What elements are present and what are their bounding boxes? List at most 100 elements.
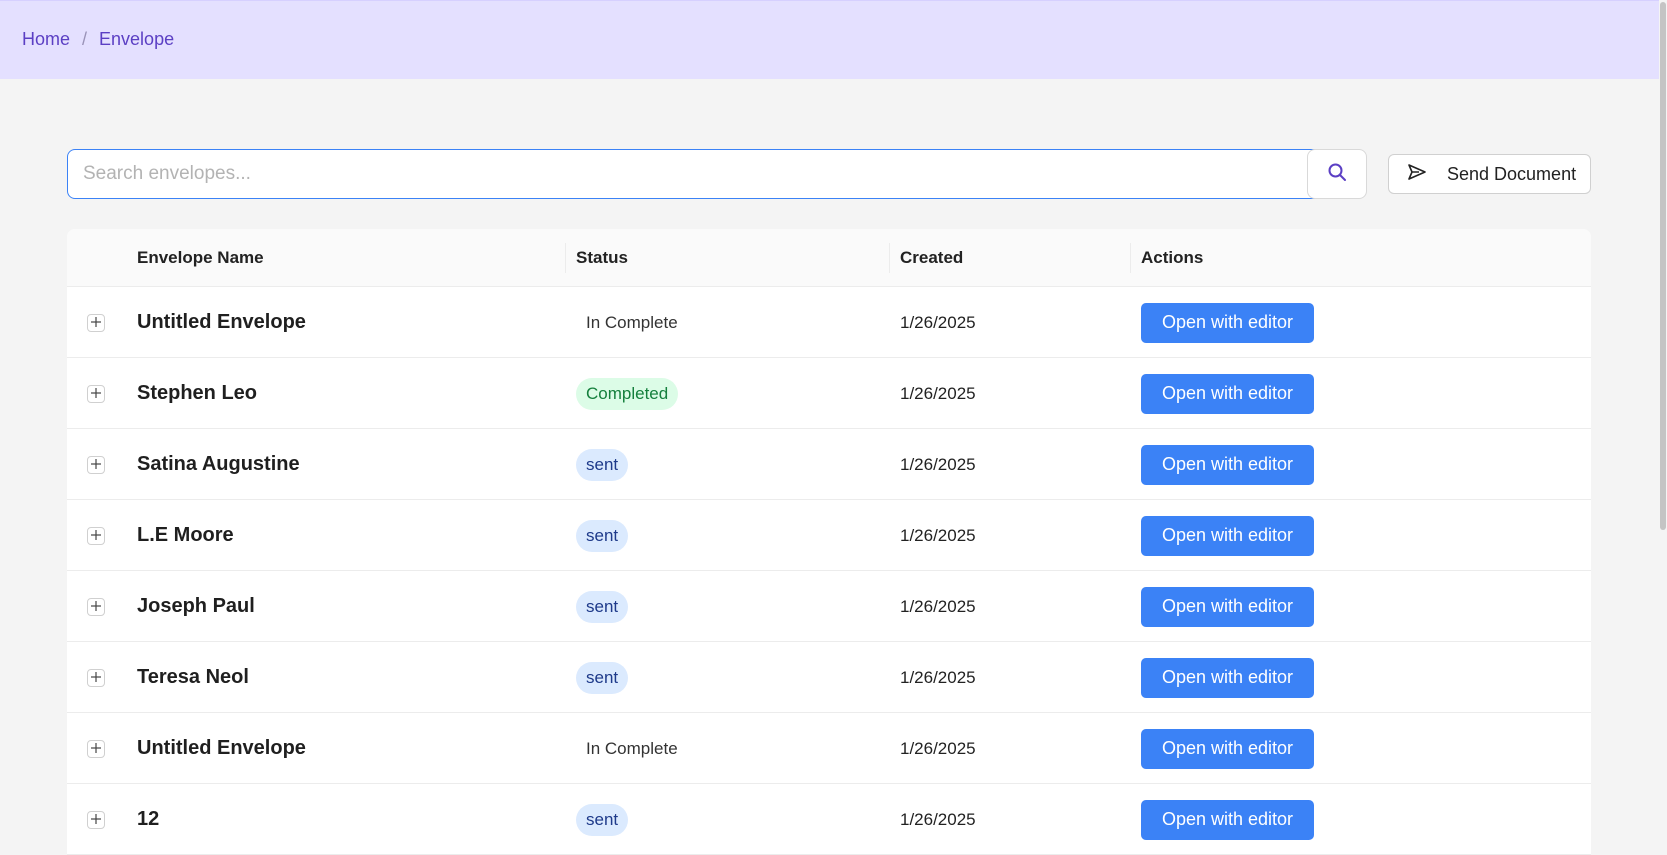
actions-cell: Open with editor	[1141, 287, 1314, 358]
table-body: Untitled Envelope In Complete 1/26/2025 …	[67, 287, 1591, 855]
open-with-editor-button[interactable]: Open with editor	[1141, 302, 1314, 343]
status-cell: sent	[576, 784, 629, 855]
status-cell: In Complete	[576, 713, 688, 784]
status-badge: sent	[576, 661, 629, 694]
name-cell: Teresa Neol	[137, 642, 249, 713]
name-cell: Untitled Envelope	[137, 713, 306, 784]
created-cell: 1/26/2025	[900, 500, 976, 571]
actions-cell: Open with editor	[1141, 642, 1314, 713]
created-date: 1/26/2025	[900, 667, 976, 687]
search-button[interactable]	[1307, 149, 1367, 199]
open-with-editor-button[interactable]: Open with editor	[1141, 444, 1314, 485]
search-icon	[1327, 162, 1347, 187]
expand-cell	[87, 500, 105, 571]
table-header: Envelope Name Status Created Actions	[67, 229, 1591, 287]
expand-row-button[interactable]	[87, 668, 105, 687]
column-divider	[1130, 243, 1131, 273]
created-cell: 1/26/2025	[900, 429, 976, 500]
breadcrumb-separator: /	[82, 29, 88, 49]
status-cell: sent	[576, 571, 629, 642]
open-with-editor-button[interactable]: Open with editor	[1141, 586, 1314, 627]
column-divider	[565, 243, 566, 273]
table-row: Satina Augustine sent 1/26/2025 Open wit…	[67, 429, 1591, 500]
actions-cell: Open with editor	[1141, 358, 1314, 429]
expand-row-button[interactable]	[87, 597, 105, 616]
search-input[interactable]	[67, 149, 1315, 199]
column-header-actions: Actions	[1141, 248, 1204, 267]
column-header-created: Created	[900, 248, 964, 267]
envelope-table: Envelope Name Status Created Actions Unt…	[67, 229, 1591, 855]
send-document-button[interactable]: Send Document	[1388, 154, 1591, 194]
table-row: Untitled Envelope In Complete 1/26/2025 …	[67, 287, 1591, 358]
expand-cell	[87, 784, 105, 855]
expand-row-button[interactable]	[87, 455, 105, 474]
name-cell: Untitled Envelope	[137, 287, 306, 358]
status-badge: sent	[576, 519, 629, 552]
expand-row-button[interactable]	[87, 739, 105, 758]
status-cell: Completed	[576, 358, 679, 429]
expand-row-button[interactable]	[87, 313, 105, 332]
created-date: 1/26/2025	[900, 738, 976, 758]
expand-cell	[87, 358, 105, 429]
created-date: 1/26/2025	[900, 596, 976, 616]
plus-icon	[91, 811, 101, 829]
send-document-label: Send Document	[1447, 163, 1577, 184]
status-badge: In Complete	[586, 738, 678, 758]
created-cell: 1/26/2025	[900, 358, 976, 429]
status-badge: sent	[576, 448, 629, 481]
name-cell: L.E Moore	[137, 500, 234, 571]
table-row: Teresa Neol sent 1/26/2025 Open with edi…	[67, 642, 1591, 713]
scrollbar-thumb[interactable]	[1660, 2, 1666, 530]
created-date: 1/26/2025	[900, 454, 976, 474]
page-scrollbar[interactable]	[1659, 0, 1667, 832]
status-badge: Completed	[576, 377, 679, 410]
breadcrumb-home-link[interactable]: Home	[22, 29, 70, 50]
actions-cell: Open with editor	[1141, 784, 1314, 855]
created-date: 1/26/2025	[900, 525, 976, 545]
plus-icon	[91, 314, 101, 332]
actions-cell: Open with editor	[1141, 429, 1314, 500]
envelope-name: Teresa Neol	[137, 666, 249, 688]
envelope-name: L.E Moore	[137, 524, 234, 546]
created-cell: 1/26/2025	[900, 571, 976, 642]
column-header-name: Envelope Name	[137, 248, 264, 267]
status-cell: In Complete	[576, 287, 688, 358]
actions-cell: Open with editor	[1141, 500, 1314, 571]
open-with-editor-button[interactable]: Open with editor	[1141, 657, 1314, 698]
status-badge: sent	[576, 590, 629, 623]
send-icon	[1407, 162, 1427, 187]
expand-cell	[87, 287, 105, 358]
envelope-name: Untitled Envelope	[137, 311, 306, 333]
envelope-name: Joseph Paul	[137, 595, 255, 617]
plus-icon	[91, 669, 101, 687]
expand-cell	[87, 713, 105, 784]
expand-cell	[87, 642, 105, 713]
table-row: L.E Moore sent 1/26/2025 Open with edito…	[67, 500, 1591, 571]
created-cell: 1/26/2025	[900, 642, 976, 713]
name-cell: Stephen Leo	[137, 358, 257, 429]
created-date: 1/26/2025	[900, 809, 976, 829]
expand-row-button[interactable]	[87, 384, 105, 403]
name-cell: Satina Augustine	[137, 429, 300, 500]
table-row: Untitled Envelope In Complete 1/26/2025 …	[67, 713, 1591, 784]
open-with-editor-button[interactable]: Open with editor	[1141, 373, 1314, 414]
plus-icon	[91, 385, 101, 403]
status-badge: sent	[576, 803, 629, 836]
status-cell: sent	[576, 429, 629, 500]
created-cell: 1/26/2025	[900, 713, 976, 784]
actions-cell: Open with editor	[1141, 571, 1314, 642]
created-date: 1/26/2025	[900, 312, 976, 332]
status-badge: In Complete	[586, 312, 678, 332]
breadcrumb-current[interactable]: Envelope	[99, 29, 174, 50]
open-with-editor-button[interactable]: Open with editor	[1141, 515, 1314, 556]
plus-icon	[91, 740, 101, 758]
envelope-name: 12	[137, 808, 160, 830]
open-with-editor-button[interactable]: Open with editor	[1141, 728, 1314, 769]
expand-row-button[interactable]	[87, 810, 105, 829]
envelope-name: Untitled Envelope	[137, 737, 306, 759]
status-cell: sent	[576, 500, 629, 571]
created-date: 1/26/2025	[900, 383, 976, 403]
expand-row-button[interactable]	[87, 526, 105, 545]
table-row: Stephen Leo Completed 1/26/2025 Open wit…	[67, 358, 1591, 429]
open-with-editor-button[interactable]: Open with editor	[1141, 799, 1314, 840]
